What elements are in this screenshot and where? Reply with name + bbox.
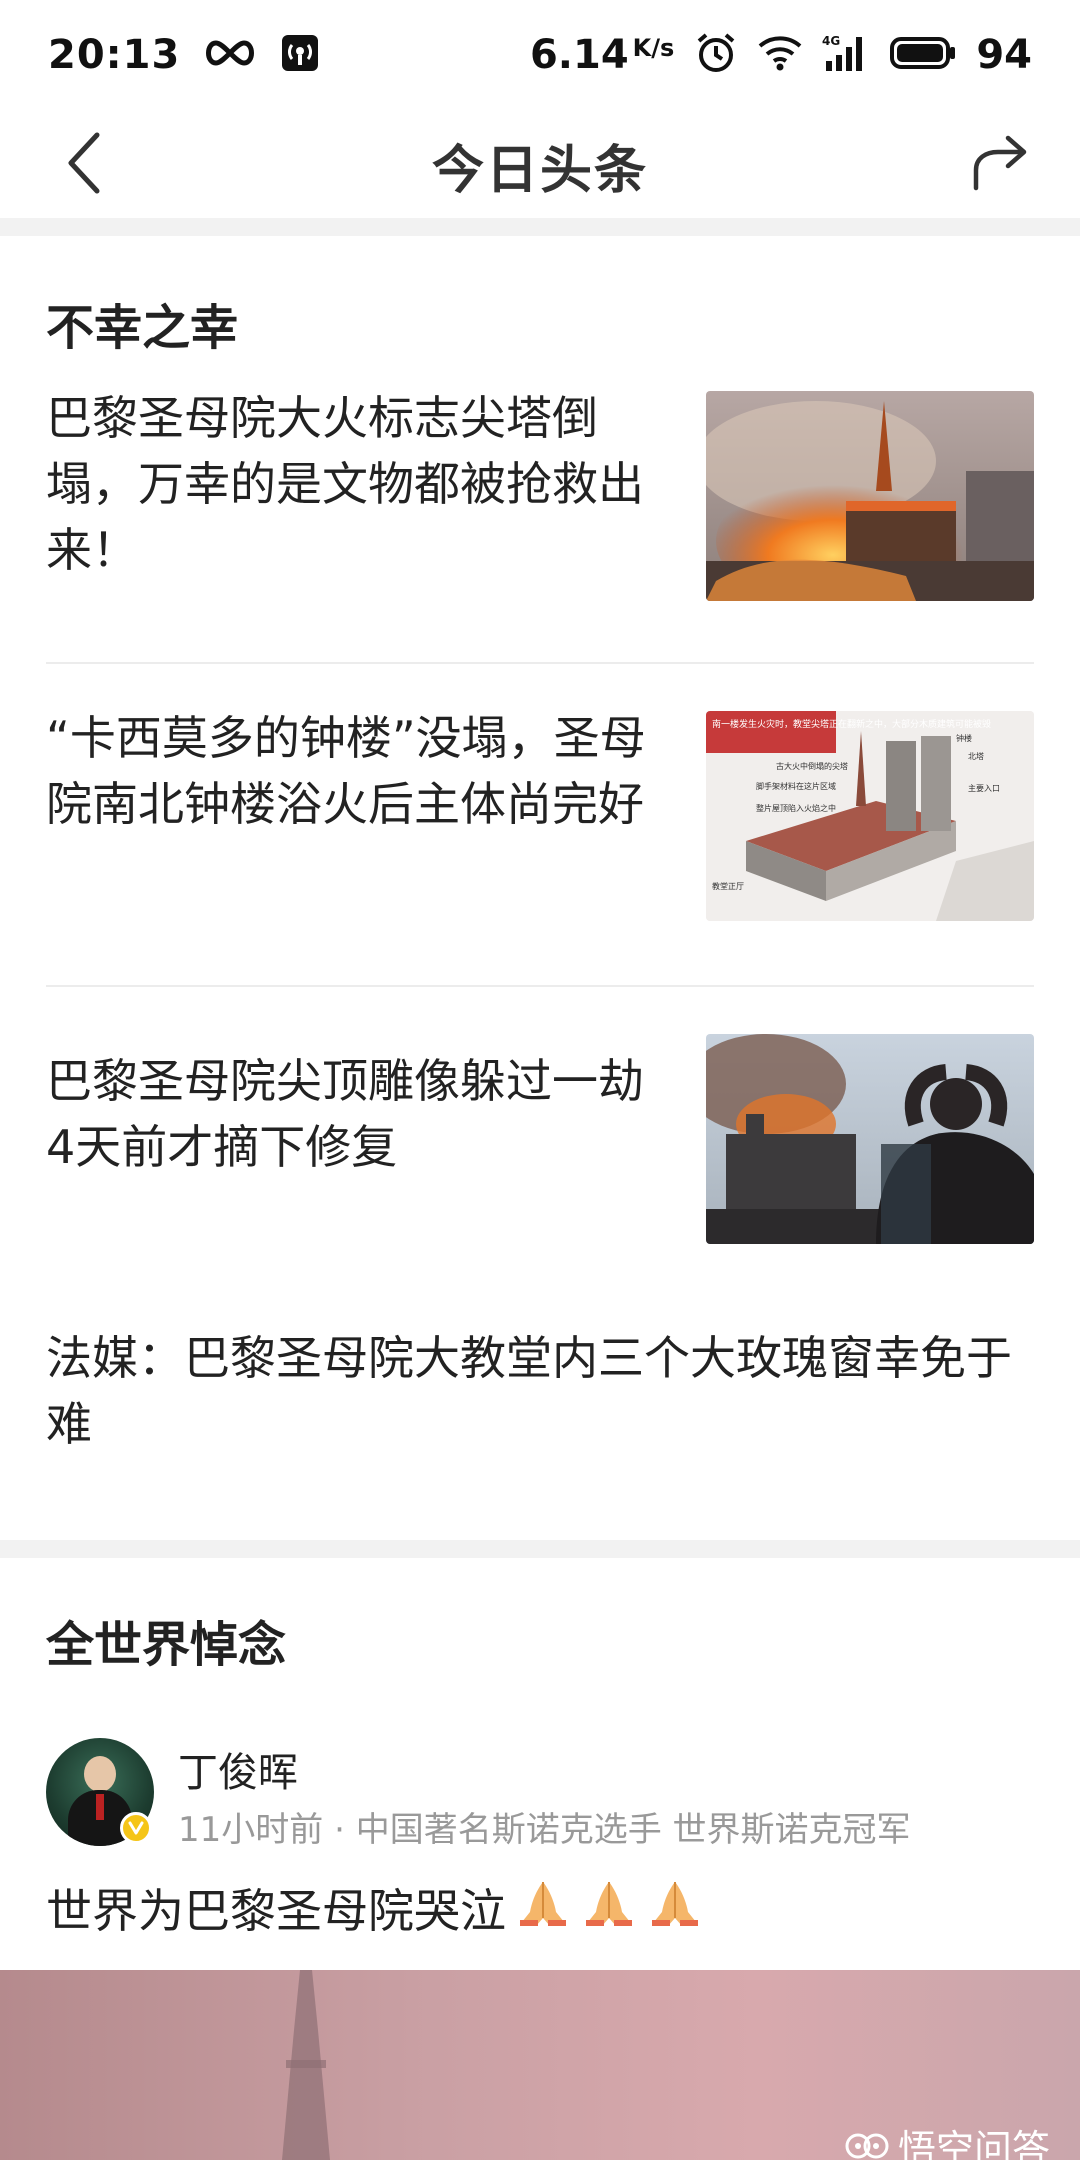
network-speed-value: 6.14 [529,32,629,78]
news-item-3[interactable]: 巴黎圣母院尖顶雕像躲过一劫 4天前才摘下修复 [46,1034,1034,1260]
diagram-label-scaffold: 脚手架材料在这片区域 [756,781,836,791]
top-nav: 今日头条 [0,110,1080,220]
news-item-1[interactable]: 巴黎圣母院大火标志尖塔倒塌，万幸的是文物都被抢救出来！ [46,385,1034,605]
praying-hands-icon [646,1878,704,1939]
svg-text:4G: 4G [822,34,840,48]
page-title: 今日头条 [431,140,648,201]
verified-badge-icon [120,1812,152,1844]
network-speed: 6.14 K/s [530,32,674,78]
share-arrow-icon [973,135,1027,191]
header-separator [0,218,1080,236]
back-button[interactable] [48,128,118,198]
watermark-text: 悟空问答 [897,2127,1050,2160]
infinity-icon [202,38,258,72]
section-title-1: 不幸之幸 [46,300,239,356]
post-time: 11小时前 [178,1810,324,1850]
signal-4g-icon: 4G [822,33,870,77]
author-bio: 中国著名斯诺克选手 世界斯诺克冠军 [355,1810,911,1850]
author-name[interactable]: 丁俊晖 [178,1740,298,1798]
news-thumbnail-cathedral-diagram: 南一楼发生火灾时，教堂尖塔正在翻新之中，大部分木质建筑可能被毁 古大火中倒塌的尖… [706,711,1034,921]
post-text[interactable]: 世界为巴黎圣母院哭泣 [46,1875,704,1941]
news-item-4[interactable]: 法媒：巴黎圣母院大教堂内三个大玫瑰窗幸免于难 [46,1325,1034,1465]
diagram-label-north: 北塔 [968,751,984,761]
battery-icon [890,36,956,74]
news-title: 巴黎圣母院大火标志尖塔倒塌，万幸的是文物都被抢救出来！ [46,391,644,577]
section-separator [0,1540,1080,1558]
diagram-caption: 南一楼发生火灾时，教堂尖塔正在翻新之中，大部分木质建筑可能被毁 [712,718,991,730]
praying-hands-icon [580,1878,638,1939]
post-meta: 11小时前 · 中国著名斯诺克选手 世界斯诺克冠军 [178,1802,911,1851]
share-button[interactable] [960,122,1040,202]
diagram-label-bell: 钟楼 [956,733,972,743]
status-time: 20:13 [48,32,181,78]
post-text-content: 世界为巴黎圣母院哭泣 [46,1884,506,1938]
news-title: 巴黎圣母院尖顶雕像躲过一劫 4天前才摘下修复 [46,1054,644,1174]
row-divider [46,662,1034,664]
watermark: 悟空问答 [844,2118,1050,2160]
meta-separator: · [334,1810,345,1850]
news-thumbnail-man-watching-fire [706,1034,1034,1244]
diagram-label-spire: 古大火中倒塌的尖塔 [776,761,848,771]
news-title: “卡西莫多的钟楼”没塌，圣母院南北钟楼浴火后主体尚完好 [46,711,646,831]
network-speed-unit: K/s [632,34,675,62]
battery-percent: 94 [976,32,1032,78]
section-title-2: 全世界悼念 [46,1617,287,1673]
status-bar: 20:13 6.14 K/s 4G 94 [0,0,1080,110]
news-item-2[interactable]: “卡西莫多的钟楼”没塌，圣母院南北钟楼浴火后主体尚完好 南一楼发生火灾时，教堂尖… [46,705,1034,925]
hotspot-icon [280,33,320,77]
row-divider [46,985,1034,987]
wukong-logo-icon [845,2133,889,2158]
praying-hands-icon [514,1878,572,1939]
news-title: 法媒：巴黎圣母院大教堂内三个大玫瑰窗幸免于难 [46,1331,1012,1451]
wifi-icon [758,34,802,76]
diagram-label-entrance: 主要入口 [968,783,1000,793]
news-thumbnail-fire-spire [706,391,1034,601]
chevron-left-icon [68,132,100,194]
diagram-label-roof: 整片屋顶陷入火焰之中 [756,803,836,813]
diagram-label-nave: 教堂正厅 [712,881,744,891]
alarm-icon [694,31,738,79]
